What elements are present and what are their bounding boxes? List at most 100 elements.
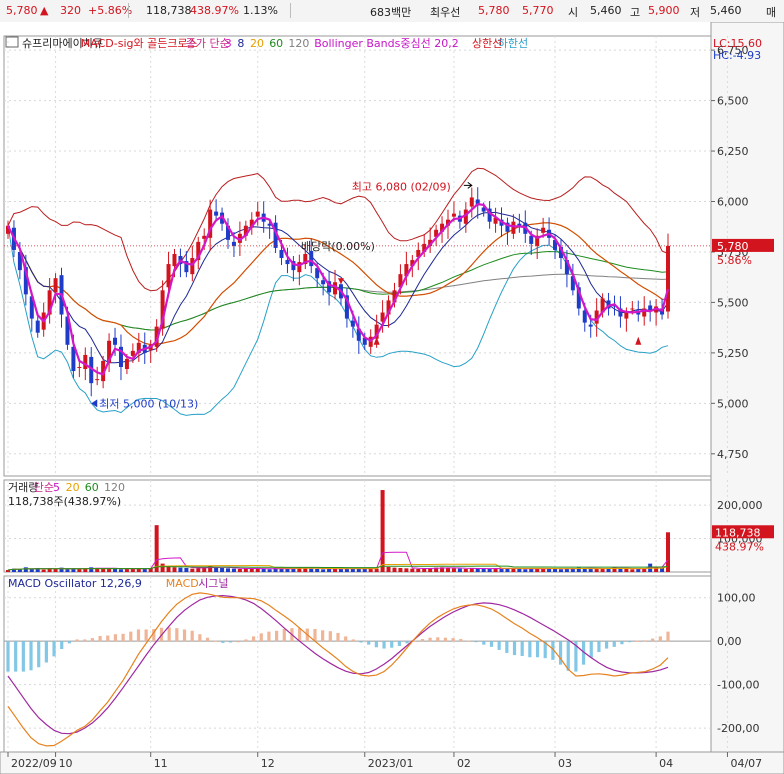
volume-bar <box>231 568 236 572</box>
candle-body <box>529 235 534 244</box>
oscillator-bar <box>75 639 79 642</box>
oscillator-bar <box>482 641 486 645</box>
oscillator-bar <box>175 628 179 642</box>
legend-item: MACD-sig와 골든크로스 <box>81 37 198 50</box>
volume-tick-label: 200,000 <box>717 499 763 512</box>
volume-bar <box>338 568 343 572</box>
oscillator-bar <box>321 630 325 642</box>
oscillator-bar <box>459 639 463 642</box>
volume-bar <box>404 568 409 572</box>
price-legend: 슈프리마에이치큐MACD-sig와 골든크로스종가 단순3 8 20 60 120 Bol… <box>22 36 528 50</box>
candle-body <box>350 320 355 327</box>
x-tick-label: 10 <box>59 757 73 770</box>
legend-item: Bollinger Bands중심선 20,2 <box>314 37 459 50</box>
volume-bar <box>523 569 528 572</box>
oscillator-bar <box>275 630 279 642</box>
volume-bar <box>451 568 456 572</box>
oscillator-bar <box>144 629 148 642</box>
volume-bar <box>261 568 266 572</box>
oscillator-bar <box>443 637 448 642</box>
legend-item: 종가 단순 <box>186 37 230 50</box>
volume-bar <box>190 568 195 572</box>
candle-body <box>231 241 236 246</box>
volume-bar <box>410 568 415 572</box>
candle-body <box>77 367 82 369</box>
volume-bar <box>398 567 403 572</box>
legend-item: 20 <box>250 37 264 50</box>
candle-body <box>130 350 135 356</box>
oscillator-bar <box>336 632 340 642</box>
oscillator-bar <box>298 628 302 642</box>
oscillator-bar <box>83 639 87 642</box>
candle-body <box>309 250 314 267</box>
x-tick-label: 12 <box>261 757 275 770</box>
candle-body <box>285 260 290 265</box>
legend-item: 8 <box>237 37 244 50</box>
dividend-annotation: 배당락(0.00%) <box>301 240 375 253</box>
candle-body <box>255 211 260 217</box>
oscillator-bar <box>367 641 371 645</box>
volume-bar <box>65 569 70 572</box>
volume-bar <box>517 568 522 572</box>
macd-panel <box>3 575 712 753</box>
candle-body <box>35 320 40 333</box>
candle-body <box>83 354 88 370</box>
price-tick-label: 6,500 <box>717 95 749 108</box>
oscillator-bar <box>497 641 501 650</box>
legend-item: 20 <box>66 481 80 494</box>
volume-bar <box>594 568 599 572</box>
volume-bar <box>101 568 106 572</box>
oscillator-bar <box>359 641 363 643</box>
oscillator-bar <box>167 627 171 642</box>
x-tick-label: 04/07 <box>730 757 762 770</box>
oscillator-bar <box>14 641 18 672</box>
oscillator-bar <box>382 641 386 649</box>
extra-menu-button[interactable]: 매 <box>766 4 776 20</box>
price-tick-label: 5,250 <box>717 347 749 360</box>
volume-bar <box>321 569 326 572</box>
oscillator-bar <box>182 629 187 642</box>
volume-bar <box>380 490 385 572</box>
oscillator-bar <box>666 631 670 642</box>
volume-bar <box>41 569 46 572</box>
volume-bar <box>416 568 421 572</box>
price-change-pct: +5.86% <box>88 4 133 17</box>
low-annotation: 최저 5,000 (10/13) <box>99 397 198 410</box>
high-annotation: 최고 6,080 (02/09) <box>352 180 451 193</box>
macd-tick-label: 0,00 <box>717 635 742 648</box>
volume-bar <box>285 568 290 572</box>
oscillator-bar <box>374 641 378 648</box>
volume-bar <box>386 566 391 572</box>
candle-body <box>124 358 129 370</box>
up-arrow-icon: ▲ <box>40 4 49 17</box>
oscillator-bar <box>428 637 432 642</box>
price-tick-label: 6,000 <box>717 196 749 209</box>
oscillator-bar <box>282 629 286 642</box>
candle-body <box>279 249 284 259</box>
oscillator-bar <box>612 641 616 647</box>
legend-item: MACD <box>166 577 199 590</box>
volume-bar <box>29 568 34 572</box>
volume-bar <box>457 568 462 572</box>
oscillator-bar <box>251 636 256 642</box>
oscillator-bar <box>213 640 217 642</box>
oscillator-bar <box>390 641 394 648</box>
legend-item: 하한선 <box>498 36 528 50</box>
price-tick-label: 4,750 <box>717 448 749 461</box>
volume-bar <box>582 568 587 572</box>
oscillator-bar <box>60 641 64 650</box>
oscillator-bar <box>313 629 317 642</box>
candle-body <box>541 227 546 233</box>
volume-bar <box>558 569 563 572</box>
volume-subtitle: 118,738주(438.97%) <box>8 495 121 508</box>
oscillator-bar <box>489 641 494 647</box>
volume-bar <box>630 569 635 572</box>
volume-bar <box>53 568 58 572</box>
candle-body <box>469 197 474 207</box>
oscillator-bar <box>512 641 517 656</box>
stock-chart[interactable]: 6,7506,5006,2506,0005,7505,5005,2505,000… <box>0 22 784 774</box>
best-ask: 5,780 <box>478 4 510 17</box>
volume-bar <box>374 568 379 572</box>
volume-legend: 거래량단순5 20 60 120 <box>8 481 125 494</box>
volume-bar <box>624 568 629 572</box>
